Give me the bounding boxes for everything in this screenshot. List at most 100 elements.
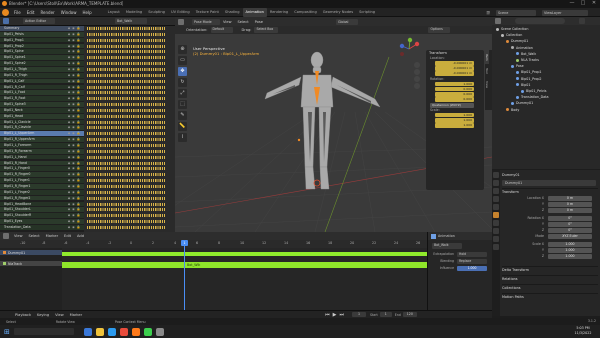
outliner-item[interactable]: Translation_Data	[516, 95, 548, 100]
keyframe-row[interactable]	[87, 38, 165, 42]
nla-menu-view[interactable]: View	[11, 232, 26, 240]
keyframe-row[interactable]	[87, 114, 165, 118]
outliner-item[interactable]: Scene Collection	[496, 27, 528, 32]
channel-row[interactable]: Bip01_R_Clavicle ◆ ◉ 🔒	[0, 125, 84, 131]
zoom-icon[interactable]	[414, 62, 420, 68]
scale-x-field[interactable]: 1.000	[435, 112, 474, 118]
nla-menu-edit[interactable]: Edit	[61, 232, 74, 240]
channel-toggle-icons[interactable]: ◆ ◉ 🔒	[68, 85, 81, 90]
taskbar-search-input[interactable]	[13, 328, 74, 335]
channel-toggle-icons[interactable]: ◆ ◉ 🔒	[68, 44, 81, 49]
menu-select[interactable]: Select	[235, 18, 252, 26]
menu-edit[interactable]: Edit	[24, 8, 38, 17]
close-button[interactable]: ✕	[589, 0, 599, 8]
channel-toggle-icons[interactable]: ◆ ◉ 🔒	[68, 55, 81, 60]
keyframe-row[interactable]	[87, 208, 165, 212]
outliner-item[interactable]: Body	[506, 108, 519, 113]
taskbar-app-icon[interactable]	[83, 327, 92, 336]
channel-toggle-icons[interactable]: ◆ ◉ 🔒	[68, 184, 81, 189]
channel-toggle-icons[interactable]: ◆ ◉ 🔒	[68, 190, 81, 195]
measure-tool-icon[interactable]: 📏	[178, 122, 187, 131]
keyframe-row[interactable]	[87, 161, 165, 165]
outliner-item[interactable]: NLA Tracks	[516, 58, 539, 63]
transform-tool-icon[interactable]: ⬚	[178, 100, 187, 109]
keyframe-row[interactable]	[87, 103, 165, 107]
frame-ruler[interactable]: -10 -8 -6 -4 -2 0 2 4 6 8 10 12 14 16 18 20 22 24 26	[0, 240, 427, 248]
channel-toggle-icons[interactable]: ◆ ◉ 🔒	[68, 172, 81, 177]
clock[interactable]: 5:03 PM 11/3/2022	[568, 326, 598, 336]
channel-toggle-icons[interactable]: ◆ ◉ 🔒	[68, 32, 81, 37]
outliner-item[interactable]: Dummy01	[506, 39, 528, 44]
location-x-field[interactable]: -0.000001 m	[435, 61, 474, 66]
filter-icon[interactable]	[579, 18, 585, 24]
channel-toggle-icons[interactable]: ◆ ◉ 🔒	[68, 79, 81, 84]
keyframe-row[interactable]	[87, 225, 165, 229]
tab-view[interactable]: View	[485, 78, 489, 92]
jump-end-icon[interactable]: ⏭	[339, 312, 344, 318]
rotate-tool-icon[interactable]: ↻	[178, 78, 187, 87]
channel-toggle-icons[interactable]: ◆ ◉ 🔒	[68, 166, 81, 171]
extrapolation-dropdown[interactable]: Hold	[457, 251, 487, 257]
keyframe-row[interactable]	[87, 167, 165, 171]
channel-row[interactable]: Bip01_L_Forearm ◆ ◉ 🔒	[0, 143, 84, 148]
render-tab-icon[interactable]	[493, 180, 499, 186]
workspace-compositing[interactable]: Compositing	[291, 8, 320, 17]
property-value-field[interactable]: 0°	[548, 222, 592, 227]
nla-action-field[interactable]: Bot_Walk	[432, 243, 462, 249]
menu-help[interactable]: Help	[79, 8, 94, 17]
channel-toggle-icons[interactable]: ◆ ◉ 🔒	[68, 137, 81, 142]
channel-row[interactable]: Bip01_ShoulderR ◆ ◉ 🔒	[0, 213, 84, 218]
end-frame-field[interactable]: 120	[402, 311, 417, 318]
outliner-item[interactable]: Bip01	[516, 83, 530, 88]
keyframe-row[interactable]	[87, 138, 165, 142]
rotation-w-field[interactable]: 1.000	[435, 81, 474, 87]
physics-tab-icon[interactable]	[493, 228, 499, 234]
nla-menu-add[interactable]: Add	[74, 232, 87, 240]
keyframe-row[interactable]	[87, 79, 165, 83]
keyframe-row[interactable]	[87, 132, 165, 136]
outliner-item[interactable]: Bip01_Prop2	[516, 77, 542, 82]
chrome-browser-icon[interactable]	[119, 327, 128, 336]
channel-row[interactable]: Bip01_Spine3 ◆ ◉ 🔒	[0, 102, 84, 107]
outliner-item[interactable]: Dummy01	[511, 101, 533, 106]
workspace-uv-editing[interactable]: UV Editing	[168, 8, 193, 17]
file-explorer-icon[interactable]	[95, 327, 104, 336]
property-value-field[interactable]: 0 m	[548, 202, 592, 207]
camera-icon[interactable]	[414, 76, 420, 82]
windows-start-icon[interactable]: ⊞	[4, 328, 10, 336]
property-section-header[interactable]: Relations	[502, 275, 598, 281]
editor-type-icon[interactable]	[3, 18, 9, 24]
editor-type-icon[interactable]	[495, 18, 501, 24]
channel-row[interactable]: Bip01_L_UpperArm ◆ ◉ 🔒	[0, 131, 84, 137]
keyframe-row[interactable]	[87, 144, 165, 147]
maximize-button[interactable]: □	[578, 0, 588, 8]
scale-z-field[interactable]: 1.000	[435, 123, 474, 128]
menu-window[interactable]: Window	[58, 8, 80, 17]
blender-taskbar-icon[interactable]	[131, 327, 140, 336]
location-z-field[interactable]: -0.000001 m	[435, 71, 474, 76]
minimize-button[interactable]: —	[567, 0, 577, 8]
keyframe-row[interactable]	[87, 179, 165, 183]
channel-row[interactable]: Bip01_Neck ◆ ◉ 🔒	[0, 107, 84, 113]
keyframe-row[interactable]	[87, 196, 165, 200]
channel-row[interactable]: Bip01_L_Finger1 ◆ ◉ 🔒	[0, 178, 84, 183]
channel-toggle-icons[interactable]: ◆ ◉ 🔒	[68, 61, 81, 66]
channel-toggle-icons[interactable]: ◆ ◉ 🔒	[68, 196, 81, 201]
keyframe-row[interactable]	[87, 120, 165, 124]
cursor-tool-icon[interactable]: ⊕	[178, 45, 187, 54]
channel-toggle-icons[interactable]: ◆ ◉ 🔒	[68, 225, 81, 230]
workspace-modeling[interactable]: Modeling	[123, 8, 145, 17]
outliner-search-input[interactable]	[515, 18, 565, 24]
channel-row[interactable]: Bip01_HeadBone ◆ ◉ 🔒	[0, 201, 84, 207]
object-tab-icon[interactable]	[493, 212, 499, 218]
view-layer-selector[interactable]: ViewLayer	[542, 9, 588, 16]
channel-row[interactable]: Bip01_Prop2 ◆ ◉ 🔒	[0, 43, 84, 49]
channel-toggle-icons[interactable]: ◆ ◉ 🔒	[68, 219, 81, 224]
channel-toggle-icons[interactable]: ◆ ◉ 🔒	[68, 73, 81, 78]
keyframe-row[interactable]	[87, 155, 165, 159]
data-tab-icon[interactable]	[493, 244, 499, 250]
property-value-field[interactable]: XYZ Euler	[548, 234, 592, 239]
channel-toggle-icons[interactable]: ◆ ◉ 🔒	[68, 131, 81, 136]
relax-pose-tool-icon[interactable]: ⌇	[178, 133, 187, 142]
start-frame-field[interactable]: 1	[379, 311, 392, 318]
